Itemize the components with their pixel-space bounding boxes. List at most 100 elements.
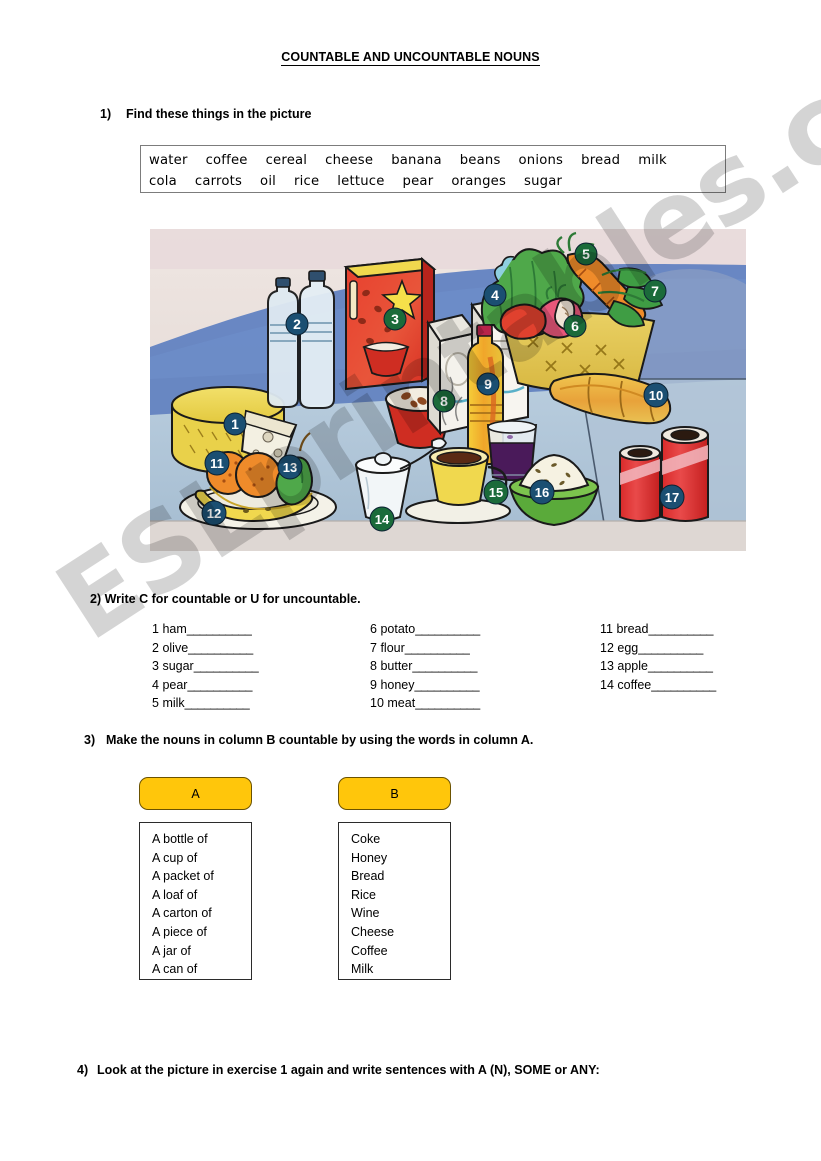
picture-marker-lettuce: 4 [483, 283, 507, 307]
exercise-2-answer-blank[interactable]: __________ [185, 696, 250, 710]
exercise-2-answer-blank[interactable]: __________ [415, 678, 480, 692]
column-b-item: Coffee [351, 943, 388, 958]
column-a-item: A carton of [152, 906, 212, 921]
exercise-2-item-number: 1 [152, 622, 163, 636]
exercise-2-answer-blank[interactable]: __________ [638, 641, 703, 655]
exercise-2-answer-blank[interactable]: __________ [187, 678, 252, 692]
exercise-2-answer-blank[interactable]: __________ [415, 622, 480, 636]
picture-marker-number: 4 [491, 287, 499, 303]
exercise-2-item-number: 3 [152, 659, 163, 674]
exercise-2-item-number: 7 [370, 640, 381, 655]
exercise-2-item-word: meat [387, 696, 416, 711]
exercise-2-item: 14 coffee__________ [600, 676, 716, 695]
exercise-2-item-number: 5 [152, 696, 163, 711]
word-bank-word: cheese [325, 153, 374, 168]
picture-marker-beans: 7 [643, 279, 667, 303]
picture-marker-number: 14 [375, 512, 390, 527]
exercise-2-answer-blank[interactable]: __________ [194, 659, 259, 673]
exercise-4-heading: 4) Look at the picture in exercise 1 agai… [77, 1063, 600, 1077]
word-bank-word: lettuce [337, 174, 385, 189]
picture-marker-number: 5 [582, 246, 590, 262]
picture-marker-oil-bottle: 9 [476, 372, 500, 396]
picture-marker-onions: 6 [563, 314, 587, 338]
exercise-2-item-number: 12 [600, 640, 618, 655]
page-title: COUNTABLE AND UNCOUNTABLE NOUNS [0, 50, 821, 66]
column-a-item: A piece of [152, 924, 207, 939]
word-bank-row-1: water coffee cereal cheese banana beans onions… [149, 150, 717, 171]
column-a-item: A cup of [152, 850, 198, 865]
exercise-2-item: 10 meat__________ [370, 694, 480, 713]
column-b-item: Bread [351, 869, 385, 884]
exercise-2-item-word: butter [380, 659, 413, 674]
word-bank-word: rice [294, 174, 320, 189]
picture-marker-cola-cans: 17 [659, 484, 685, 510]
exercise-2-item-number: 10 [370, 696, 388, 711]
word-bank-word: oil [260, 174, 277, 189]
exercise-2-item: 12 egg__________ [600, 639, 716, 658]
column-a-item: A jar of [152, 943, 191, 958]
word-bank-word: banana [391, 153, 442, 168]
exercise-2-item-word: pear [162, 677, 188, 692]
exercise-2-item-number: 14 [600, 677, 618, 692]
picture-marker-number: 11 [210, 456, 224, 471]
word-bank-word: coffee [205, 153, 248, 168]
exercise-2-answer-blank[interactable]: __________ [651, 678, 716, 692]
word-bank-word: bread [581, 153, 621, 168]
column-a-label: A [191, 786, 200, 801]
exercise-2-item-word: egg [617, 640, 639, 655]
column-a-list: A bottle of A cup of A packet of A loaf of A… [139, 822, 252, 980]
picture-marker-number: 13 [283, 460, 297, 475]
exercise-2-item: 8 butter__________ [370, 657, 480, 676]
exercise-4-instruction: Look at the picture in exercise 1 again … [97, 1063, 600, 1077]
page-title-text: COUNTABLE AND UNCOUNTABLE NOUNS [281, 50, 540, 66]
picture-marker-number: 9 [484, 376, 492, 392]
word-bank-box: water coffee cereal cheese banana beans onions… [140, 145, 726, 193]
exercise-2-item-number: 11 [600, 622, 617, 636]
picture-marker-sugar-bowl: 14 [369, 506, 395, 532]
exercise-2-item: 7 flour__________ [370, 639, 480, 658]
column-a-item: A loaf of [152, 887, 198, 902]
word-bank-word: water [149, 153, 188, 168]
exercise-2-column-2: 6 potato__________ 7 flour__________ 8 but… [370, 620, 480, 713]
exercise-2-column-3: 11 bread__________ 12 egg__________ 13 app… [600, 620, 716, 694]
column-b-item: Milk [351, 962, 374, 977]
word-bank-word: cereal [265, 153, 308, 168]
word-bank-word: cola [149, 174, 177, 189]
word-bank-word: beans [459, 153, 501, 168]
exercise-2-answer-blank[interactable]: __________ [648, 659, 713, 673]
exercise-2-answer-blank[interactable]: __________ [415, 696, 480, 710]
exercise-1-number: 1) [100, 107, 112, 121]
picture-marker-number: 7 [651, 283, 659, 299]
exercise-2-item-word: ham [162, 622, 187, 636]
exercise-2-item: 5 milk__________ [152, 694, 258, 713]
exercise-2-item-number: 9 [370, 677, 381, 692]
word-bank-word: milk [638, 153, 667, 168]
picture-marker-number: 15 [489, 485, 503, 500]
picture-marker-cereal-box: 3 [383, 307, 407, 331]
exercise-2-item-word: flour [380, 640, 405, 655]
picture-marker-number: 6 [571, 318, 579, 334]
exercise-2-item-word: potato [380, 622, 416, 636]
picture-marker-number: 1 [231, 416, 239, 432]
picture-marker-number: 12 [207, 506, 221, 521]
column-b-item: Rice [351, 887, 377, 902]
food-illustration: 1 2 3 4 5 6 7 8 9 10 11 12 13 14 15 16 17 [150, 229, 746, 551]
exercise-2-answer-blank[interactable]: __________ [188, 641, 253, 655]
exercise-2-answer-blank[interactable]: __________ [405, 641, 470, 655]
column-a-item: A packet of [152, 869, 214, 884]
column-b-list: Coke Honey Bread Rice Wine Cheese Coffee Milk [338, 822, 451, 980]
exercise-2-item-word: apple [617, 659, 648, 674]
exercise-2-answer-blank[interactable]: __________ [648, 622, 713, 636]
exercise-2-item: 1 ham__________ [152, 620, 258, 639]
exercise-2-item-word: olive [162, 640, 189, 655]
exercise-2-item-number: 2 [152, 640, 163, 655]
picture-marker-banana: 12 [201, 500, 227, 526]
word-bank-word: onions [518, 153, 564, 168]
exercise-2-answer-blank[interactable]: __________ [412, 659, 477, 673]
exercise-4-number: 4) [77, 1063, 89, 1077]
exercise-2-column-1: 1 ham__________ 2 olive__________ 3 sugar_… [152, 620, 259, 713]
column-b-header: B [338, 777, 451, 810]
picture-marker-number: 16 [535, 485, 549, 500]
exercise-2-answer-blank[interactable]: __________ [187, 622, 252, 636]
column-a-header: A [139, 777, 252, 810]
